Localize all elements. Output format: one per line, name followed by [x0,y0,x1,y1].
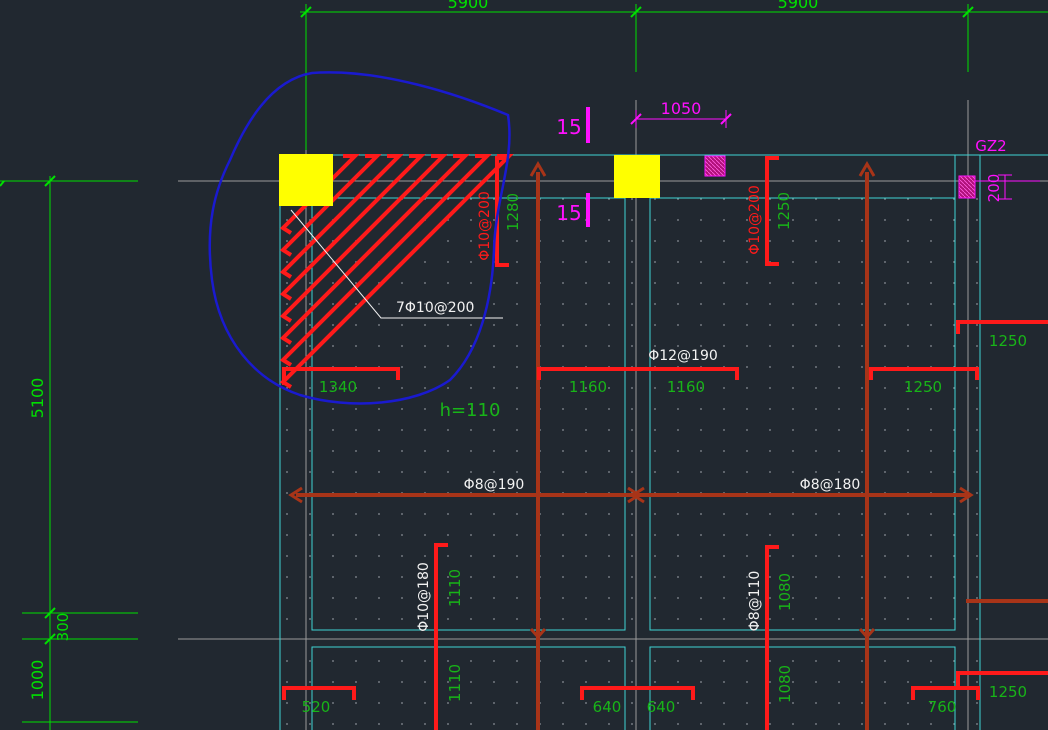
len-1110-lower: 1110 [446,664,464,702]
top-bar-b-label: Φ10@200 [747,185,763,255]
slab-reinforcement-drawing: 5900 5900 5100 300 1000 1050 15 15 GZ2 2… [0,0,1048,730]
gz2-offset-label: 200 [985,174,1003,203]
detail-dimension-1050: 1050 [661,99,702,118]
offset-label-upper: 15 [556,115,581,139]
top-bar-c-label: Φ10@180 [416,562,432,632]
len-1250-far: 1250 [989,683,1027,701]
constructional-column-marker [704,155,726,177]
left-dimension-mid: 300 [54,613,72,642]
top-bar-d-label: Φ8@110 [747,571,763,632]
slab-thickness-label: h=110 [440,400,501,421]
left-dimension-lower: 1000 [28,660,47,701]
top-dimension-left: 5900 [448,0,489,12]
bottom-bar-right-label: Φ8@180 [800,477,861,493]
left-dimension-upper: 5100 [28,378,47,419]
len-1110-upper: 1110 [446,569,464,607]
gz2-tag: GZ2 [975,137,1006,155]
column-mid [614,155,660,198]
len-1160-right: 1160 [667,378,705,396]
len-1250-right: 1250 [989,332,1027,350]
len-640-left: 640 [593,698,622,716]
top-dimension-right: 5900 [778,0,819,12]
len-1080-upper: 1080 [776,573,794,611]
corner-callout-label: 7Φ10@200 [396,300,474,316]
offset-label-lower: 15 [556,201,581,225]
len-520: 520 [302,698,331,716]
len-1080-lower: 1080 [776,665,794,703]
gz2-column-marker [958,175,976,199]
len-1160-left: 1160 [569,378,607,396]
column-left [279,154,333,206]
top-bar-a-label: Φ10@200 [477,191,493,261]
len-760: 760 [928,698,957,716]
len-1280: 1280 [504,193,522,231]
len-1250-top: 1250 [775,192,793,230]
len-1340: 1340 [319,378,357,396]
bottom-bar-left-label: Φ8@190 [464,477,525,493]
len-1250-lower: 1250 [904,378,942,396]
len-640-right: 640 [647,698,676,716]
top-bar-phi12-label: Φ12@190 [648,348,718,364]
